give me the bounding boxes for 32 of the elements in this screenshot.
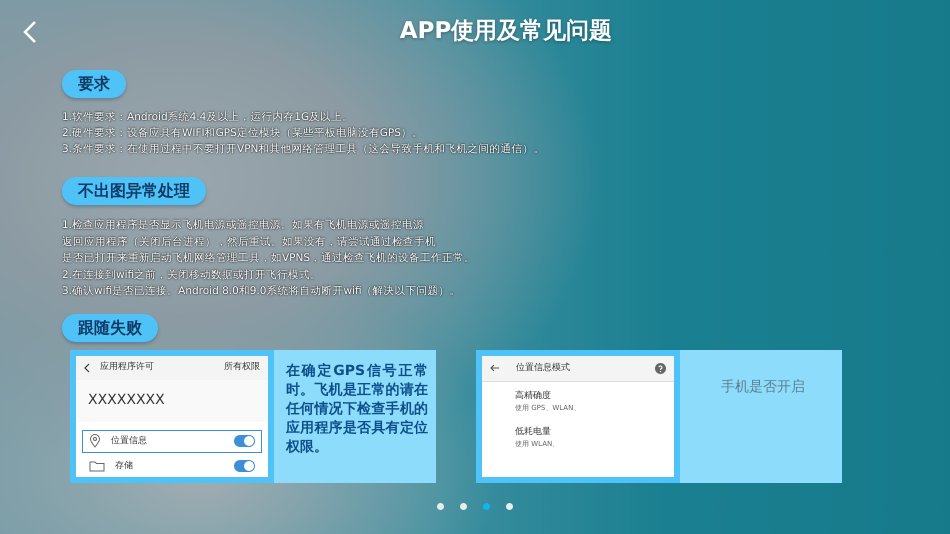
section-heading: 要求	[62, 70, 126, 98]
screen-action: 所有权限	[224, 361, 260, 374]
toggle-switch[interactable]	[234, 460, 255, 472]
back-icon	[84, 362, 90, 373]
screen-title: 应用程序许可	[100, 361, 154, 374]
caption-text: 手机是否开启	[680, 350, 842, 483]
back-arrow-icon	[490, 364, 500, 372]
body-text: 是否已打开来重新启动飞机网络管理工具，如VPNS，通过检查飞机的设备工作正常。	[62, 251, 476, 266]
body-text: 2.在连接到wifi之前，关闭移动数据或打开飞行模式。	[62, 268, 322, 283]
body-text: 2.硬件要求：设备应具有WIFI和GPS定位模块（某些平板电脑没有GPS）。	[62, 126, 424, 141]
app-name: XXXXXXXX	[76, 380, 268, 422]
option-title: 低耗电量	[515, 426, 552, 439]
permission-row[interactable]: 位置信息	[82, 430, 262, 453]
page-title: APP使用及常见问题	[400, 16, 612, 46]
back-icon[interactable]	[22, 20, 38, 44]
toggle-switch[interactable]	[234, 435, 255, 448]
section-heading: 跟随失败	[62, 314, 158, 342]
screen-title: 位置信息模式	[516, 362, 570, 375]
option-title: 高精确度	[515, 390, 552, 403]
body-text: 3.确认wifi是否已连接。Android 8.0和9.0系统将自动断开wifi（解决以下问题）。	[62, 284, 462, 300]
permission-row[interactable]: 存储	[82, 454, 262, 477]
body-text: 1.软件要求：Android系统4.4及以上，运行内存1G及以上。	[62, 110, 354, 125]
body-text: 3.条件要求：在使用过程中不要打开VPN和其他网络管理工具（这会导致手机和飞机之间的通信）。	[62, 142, 546, 157]
location-pin-icon	[89, 434, 101, 448]
permission-label: 存储	[115, 460, 133, 473]
body-text: 返回应用程序（关闭后台进程），然后重试。如果没有，请尝试通过检查手机	[62, 234, 437, 250]
section-heading: 不出图异常处理	[62, 177, 206, 206]
help-icon	[655, 362, 666, 374]
caption-text: 在确定GPS信号正常时。飞机是正常的请在任何情况下检查手机的应用程序是否具有定位权限。	[274, 350, 436, 483]
folder-icon	[89, 460, 105, 472]
body-text: 1.检查应用程序是否显示飞机电源或遥控电源。如果有飞机电源或遥控电源	[62, 218, 426, 234]
permission-label: 位置信息	[111, 434, 147, 448]
